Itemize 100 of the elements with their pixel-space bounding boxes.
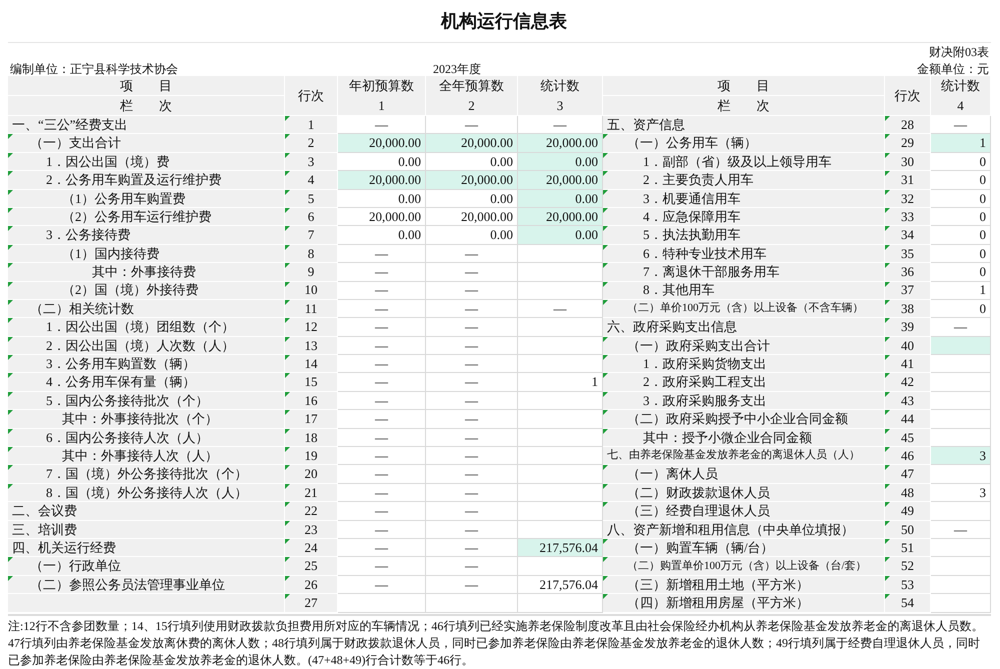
line-number: 9 (308, 263, 314, 282)
line-number: 6 (308, 208, 314, 226)
row-label: （2）公务用车运行维护费 (62, 208, 212, 226)
table-cell: — (338, 263, 426, 282)
table-cell: 217,576.04 (518, 538, 603, 558)
table-cell: 0 (931, 152, 991, 172)
column-header: 行次 (285, 76, 338, 116)
table-cell: 0 (931, 208, 991, 226)
row-label: 七、由养老保险基金发放养老金的离退休人员（人） (607, 448, 860, 464)
table-cell: — (426, 282, 518, 300)
table-cell: 20,000.00 (338, 134, 426, 153)
column-header: 年初预算数 (338, 76, 426, 96)
corner-flag-icon (285, 152, 290, 158)
corner-flag-icon (8, 208, 13, 213)
line-number: 11 (304, 300, 318, 318)
corner-flag-icon (603, 263, 608, 268)
table-cell: — (338, 116, 426, 134)
line-number: 10 (304, 281, 318, 300)
line-number: 18 (304, 428, 318, 447)
corner-flag-icon (603, 208, 608, 213)
corner-flag-icon (8, 226, 13, 232)
corner-flag-icon (285, 410, 290, 416)
line-number: 19 (304, 446, 318, 465)
table-cell: — (518, 116, 603, 134)
corner-flag-icon (8, 484, 13, 489)
corner-flag-icon (603, 594, 608, 600)
table-cell: — (338, 318, 426, 337)
corner-flag-icon (603, 576, 608, 581)
table-cell: 0 (931, 244, 991, 264)
table-cell: 0.00 (338, 190, 426, 208)
corner-flag-icon (285, 447, 290, 452)
line-number: 52 (901, 557, 914, 576)
table-cell: 3 (931, 484, 991, 502)
table-cell: 3 (931, 447, 991, 466)
line-number: 2 (308, 134, 314, 152)
table-cell: — (426, 410, 518, 429)
row-label: （二）购置单价100万元（含）以上设备（台/套） (627, 558, 867, 574)
line-number: 14 (304, 355, 318, 374)
corner-flag-icon (285, 355, 290, 360)
corner-flag-icon (285, 557, 290, 562)
line-number: 7 (308, 226, 314, 244)
table-cell: 20,000.00 (338, 208, 426, 226)
corner-flag-icon (885, 594, 890, 600)
table-cell: 0 (931, 171, 991, 190)
column-header: 项 目 (603, 76, 885, 96)
line-number: 20 (304, 465, 318, 484)
column-number: 4 (931, 96, 991, 116)
table-cell: 0 (931, 300, 991, 318)
corner-flag-icon (8, 263, 13, 268)
table-cell: 0.00 (426, 190, 518, 208)
corner-flag-icon (885, 190, 890, 195)
corner-flag-icon (885, 373, 890, 378)
table-cell: 20,000.00 (518, 171, 603, 190)
row-label: （三）经费自理退休人员 (627, 502, 770, 520)
corner-flag-icon (8, 392, 13, 397)
corner-flag-icon (885, 410, 890, 416)
table-cell: 0.00 (338, 226, 426, 245)
corner-flag-icon (8, 318, 13, 324)
line-number: 39 (901, 318, 914, 336)
line-number: 46 (901, 446, 914, 465)
line-number: 12 (304, 318, 318, 336)
corner-flag-icon (885, 465, 890, 470)
corner-flag-icon (885, 538, 890, 544)
table-cell: — (931, 116, 991, 134)
row-label: （1）公务用车购置费 (62, 190, 186, 207)
line-number: 29 (901, 134, 914, 152)
corner-flag-icon (885, 171, 890, 176)
corner-flag-icon (603, 410, 608, 416)
row-label: 8．国（境）外公务接待人次（人） (46, 484, 248, 502)
line-number: 3 (308, 152, 314, 171)
table-cell: 20,000.00 (426, 171, 518, 190)
table-cell: 0.00 (518, 190, 603, 208)
corner-flag-icon (885, 484, 890, 489)
corner-flag-icon (8, 373, 13, 378)
corner-flag-icon (285, 484, 290, 489)
table-cell: — (426, 502, 518, 521)
line-number: 16 (304, 392, 318, 410)
line-number: 51 (901, 538, 914, 557)
corner-flag-icon (8, 134, 13, 140)
line-number: 28 (901, 116, 914, 134)
corner-flag-icon (603, 152, 608, 158)
corner-flag-icon (885, 318, 890, 324)
corner-flag-icon (603, 392, 608, 397)
line-number: 4 (308, 171, 314, 190)
column-header: 行次 (885, 76, 931, 116)
line-number: 21 (304, 484, 318, 502)
line-number: 13 (304, 336, 318, 355)
corner-flag-icon (603, 300, 608, 305)
corner-flag-icon (285, 373, 290, 378)
table-cell: 217,576.04 (518, 576, 603, 594)
corner-flag-icon (603, 171, 608, 176)
row-label: 8．其他用车 (643, 282, 714, 299)
corner-flag-icon (603, 134, 608, 140)
corner-flag-icon (885, 355, 890, 360)
line-number: 47 (901, 465, 914, 484)
corner-flag-icon (8, 190, 13, 195)
table-cell: — (338, 244, 426, 264)
corner-flag-icon (8, 576, 13, 581)
corner-flag-icon (8, 428, 13, 434)
row-label: 1．因公出国（境）团组数（个） (46, 318, 234, 336)
